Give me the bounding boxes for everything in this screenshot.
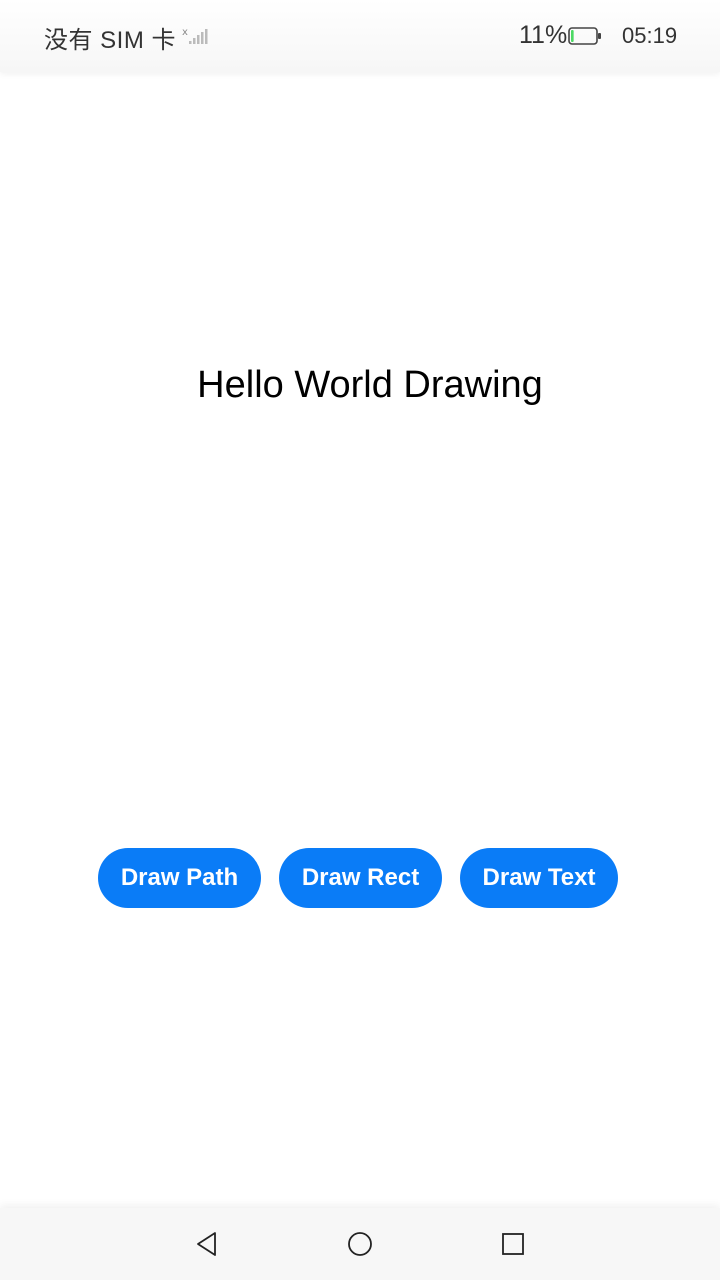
back-icon[interactable] <box>189 1226 225 1262</box>
draw-rect-button[interactable]: Draw Rect <box>279 848 442 908</box>
home-icon[interactable] <box>342 1226 378 1262</box>
status-bar: 没有 SIM 卡 x 11% 05:19 <box>0 0 720 72</box>
svg-text:x: x <box>182 27 188 38</box>
canvas-drawing-text: Hello World Drawing <box>197 364 543 406</box>
draw-text-button[interactable]: Draw Text <box>460 848 618 908</box>
app-screen: 没有 SIM 卡 x 11% 05:19 Hello World Drawing… <box>0 0 720 1280</box>
recent-apps-icon[interactable] <box>495 1226 531 1262</box>
draw-path-button[interactable]: Draw Path <box>98 848 261 908</box>
carrier-label: 没有 SIM 卡 <box>44 27 177 54</box>
battery-percent: 11% <box>519 21 568 49</box>
signal-icon: x <box>182 26 210 46</box>
clock: 05:19 <box>622 23 678 48</box>
battery-icon <box>568 27 602 45</box>
navigation-bar <box>0 1208 720 1280</box>
